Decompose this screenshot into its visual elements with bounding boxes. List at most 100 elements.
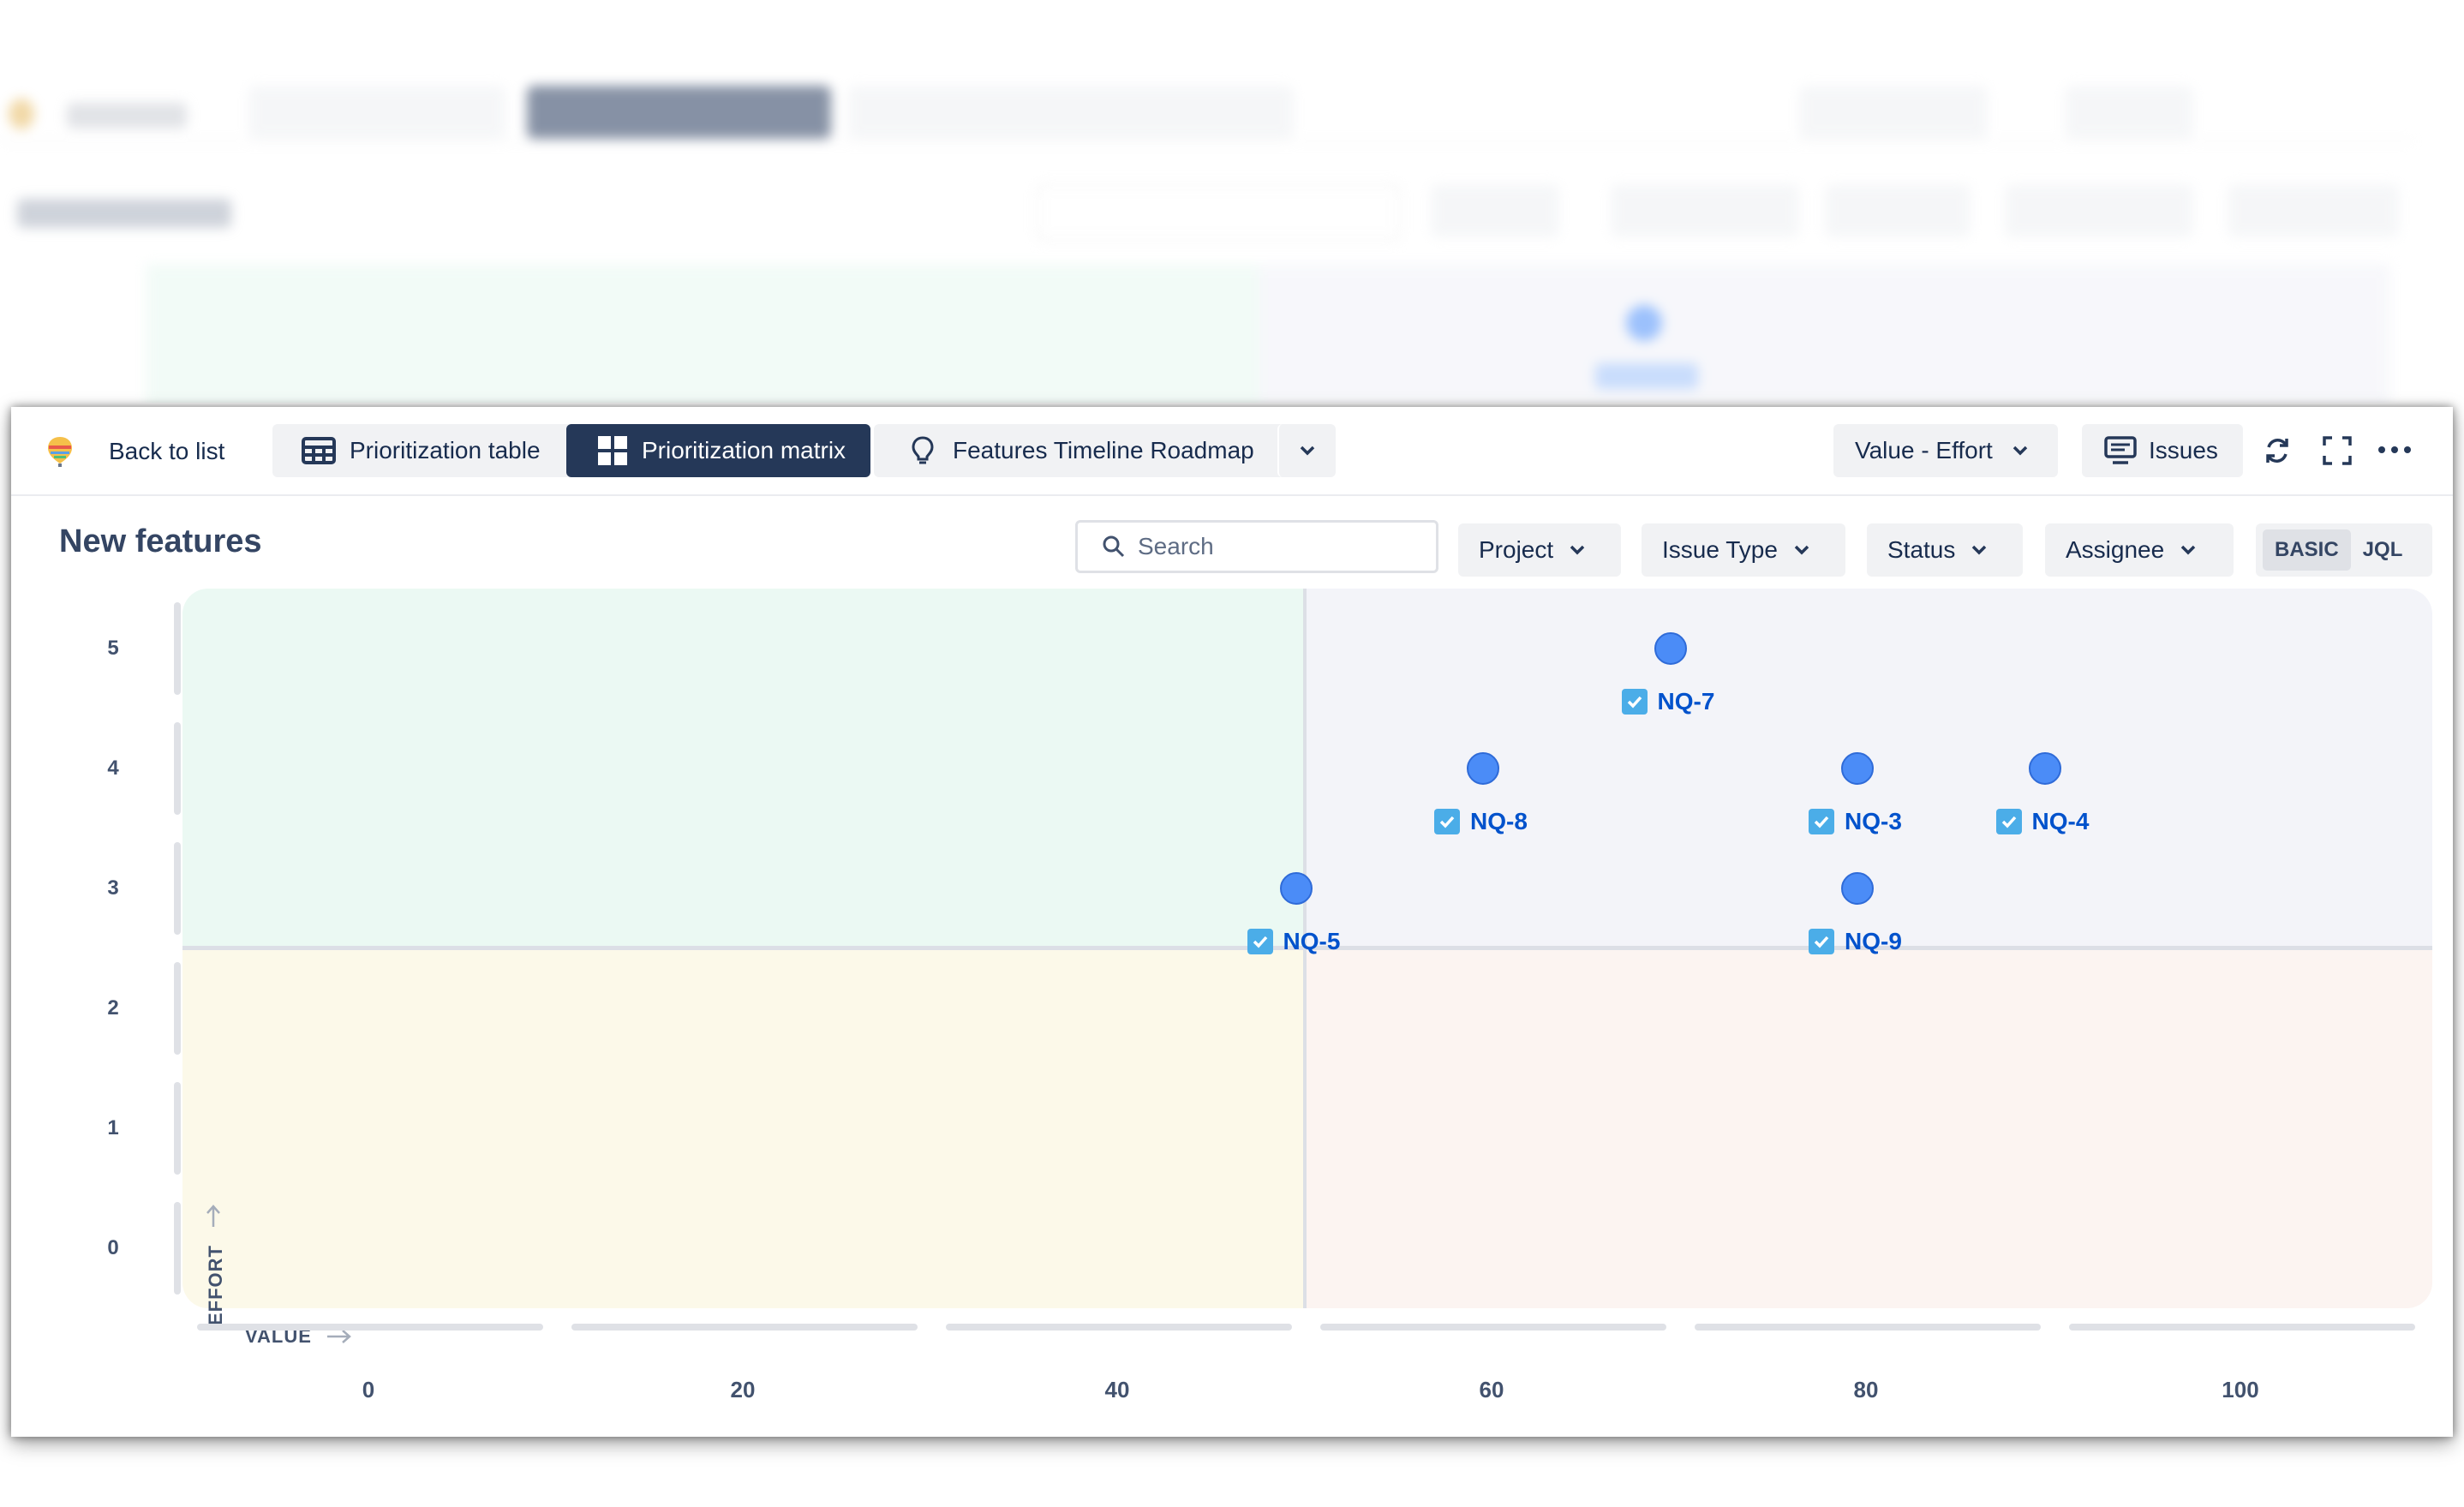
filter-assignee[interactable]: Assignee: [2045, 523, 2234, 577]
quadrant-top-left: [182, 589, 1303, 947]
search-icon: [1102, 535, 1126, 559]
issue-key-text: NQ-5: [1283, 928, 1341, 954]
y-tick-label: 4: [107, 756, 119, 780]
quadrant-bottom-right: [1307, 950, 2432, 1308]
query-mode-toggle: BASIC JQL: [2256, 523, 2432, 577]
back-to-list-label: Back to list: [109, 438, 225, 464]
chevron-down-icon: [1793, 544, 1810, 556]
issue-point-nq-3[interactable]: [1841, 752, 1874, 785]
x-tick-bar: [946, 1324, 1292, 1331]
issue-key-text: NQ-9: [1845, 928, 1902, 954]
tab-prioritization-table[interactable]: Prioritization table: [272, 424, 577, 477]
filter-label: Issue Type: [1662, 536, 1778, 563]
issue-key-text: NQ-4: [2031, 808, 2090, 834]
y-tick-label: 0: [107, 1236, 119, 1259]
y-tick-label: 3: [107, 876, 119, 900]
arrow-right-icon: [326, 1328, 353, 1345]
view-select-value: Value - Effort: [1855, 437, 1993, 463]
tab-prioritization-matrix[interactable]: Prioritization matrix: [566, 424, 870, 477]
quadrant-bottom-left: [182, 950, 1303, 1308]
view-select[interactable]: Value - Effort: [1833, 424, 2058, 477]
tab-label: Prioritization table: [350, 437, 541, 463]
x-tick-label: 60: [1479, 1377, 1504, 1402]
lightbulb-icon: [912, 436, 934, 465]
filter-label: Assignee: [2066, 536, 2165, 563]
matrix-panel: Back to list Prioritization table Priori…: [11, 407, 2453, 1437]
background-page: [0, 0, 2464, 403]
fullscreen-icon: [2323, 436, 2352, 465]
chevron-down-icon: [1299, 445, 1316, 457]
filter-project[interactable]: Project: [1458, 523, 1621, 577]
task-checkbox-icon: [1621, 689, 1648, 715]
task-checkbox-icon: [1995, 809, 2022, 834]
y-tick-bar: [174, 962, 181, 1055]
x-tick-bar: [1695, 1324, 2041, 1331]
roadmap-balloon-icon: [45, 435, 75, 468]
toolbar: Back to list Prioritization table Priori…: [11, 407, 2453, 496]
chevron-down-icon: [2180, 544, 2197, 556]
y-tick-label: 2: [107, 996, 119, 1020]
issues-label: Issues: [2149, 437, 2218, 463]
x-tick-label: 100: [2222, 1377, 2259, 1402]
task-checkbox-icon: [1809, 809, 1834, 834]
y-tick-bar: [174, 1082, 181, 1175]
issue-point-nq-9[interactable]: [1841, 872, 1874, 905]
y-tick-bar: [174, 842, 181, 935]
issue-point-nq-4[interactable]: [2028, 752, 2061, 785]
more-icon: [2377, 445, 2412, 455]
task-checkbox-icon: [1247, 929, 1273, 954]
issue-key-link[interactable]: NQ-7: [1621, 688, 1715, 715]
more-button[interactable]: [2377, 445, 2412, 455]
y-tick-bar: [174, 722, 181, 815]
issues-button[interactable]: Issues: [2082, 424, 2243, 477]
jql-mode-button[interactable]: JQL: [2351, 529, 2415, 571]
task-checkbox-icon: [1809, 929, 1834, 954]
chevron-down-icon: [2012, 445, 2029, 457]
sync-button[interactable]: [2262, 435, 2293, 466]
x-tick-bar: [197, 1324, 543, 1331]
chevron-down-icon: [1971, 544, 1988, 556]
monitor-icon: [2104, 436, 2137, 465]
tab-label: Features Timeline Roadmap: [953, 437, 1254, 463]
tab-features-timeline-roadmap[interactable]: Features Timeline Roadmap: [874, 424, 1285, 477]
issue-key-text: NQ-7: [1657, 688, 1715, 715]
filter-status[interactable]: Status: [1867, 523, 2023, 577]
arrow-up-icon: [205, 1203, 222, 1229]
filter-label: Status: [1887, 536, 1956, 563]
x-tick-bar: [571, 1324, 918, 1331]
y-axis-label-text: EFFORT: [205, 1245, 226, 1325]
sync-icon: [2262, 435, 2293, 466]
y-tick-label: 1: [107, 1116, 119, 1139]
fullscreen-button[interactable]: [2323, 436, 2352, 465]
filter-label: Project: [1479, 536, 1554, 563]
filter-issue-type[interactable]: Issue Type: [1642, 523, 1845, 577]
search-placeholder: Search: [1138, 533, 1214, 559]
issue-key-text: NQ-8: [1470, 808, 1528, 834]
page-title: New features: [59, 523, 262, 559]
y-axis-label: EFFORT: [205, 1203, 227, 1325]
grid-icon: [597, 435, 628, 466]
issue-point-nq-7[interactable]: [1654, 632, 1687, 665]
issue-key-link[interactable]: NQ-9: [1809, 928, 1902, 955]
issue-point-nq-5[interactable]: [1279, 872, 1313, 905]
issue-key-text: NQ-3: [1845, 808, 1902, 834]
y-tick-label: 5: [107, 637, 119, 660]
chevron-down-icon: [1569, 544, 1586, 556]
y-tick-bar: [174, 602, 181, 695]
more-tabs-button[interactable]: [1277, 424, 1336, 477]
issue-key-link[interactable]: NQ-3: [1809, 808, 1902, 835]
prioritization-matrix: EFFORT VALUE NQ-7 NQ-8 NQ-3 NQ-4 NQ-5 NQ-9 54…: [11, 589, 2453, 1437]
issue-point-nq-8[interactable]: [1467, 752, 1499, 785]
back-to-list-link[interactable]: Back to list: [45, 435, 224, 468]
issue-key-link[interactable]: NQ-8: [1434, 808, 1528, 835]
x-tick-label: 0: [362, 1377, 375, 1402]
x-tick-bar: [1320, 1324, 1666, 1331]
x-tick-label: 40: [1104, 1377, 1130, 1402]
issue-key-link[interactable]: NQ-4: [1995, 808, 2090, 835]
x-tick-bar: [2069, 1324, 2415, 1331]
task-checkbox-icon: [1434, 809, 1460, 834]
search-input[interactable]: Search: [1075, 520, 1438, 573]
x-tick-label: 80: [1853, 1377, 1879, 1402]
basic-mode-button[interactable]: BASIC: [2263, 529, 2351, 571]
issue-key-link[interactable]: NQ-5: [1247, 928, 1341, 955]
